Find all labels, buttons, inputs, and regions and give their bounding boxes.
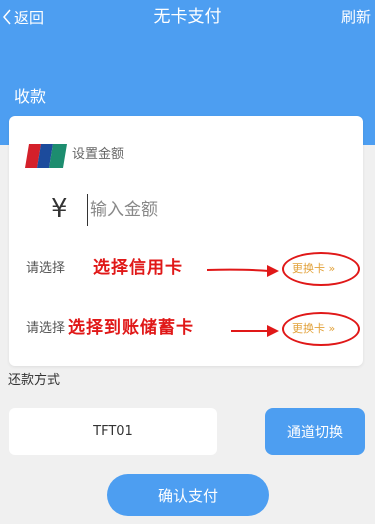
refresh-button[interactable]: 刷新 <box>341 6 371 28</box>
receive-section-label: 收款 <box>14 87 47 106</box>
select-debit-card-annotation: 选择到账储蓄卡 <box>68 318 194 338</box>
select-debit-card-label: 请选择 <box>26 321 66 336</box>
confirm-payment-button[interactable]: 确认支付 <box>107 474 269 516</box>
select-credit-card-label: 请选择 <box>26 261 66 276</box>
channel-value: TFT01 <box>9 408 217 455</box>
repayment-method-label: 还款方式 <box>8 373 61 388</box>
unionpay-logo-icon <box>25 144 67 168</box>
page-title: 无卡支付 <box>153 7 222 27</box>
currency-symbol: ¥ <box>51 194 68 224</box>
annotation-arrow-icon <box>207 265 279 277</box>
change-credit-card-button[interactable]: 更换卡 » <box>292 261 335 277</box>
select-credit-card-annotation: 选择信用卡 <box>93 258 183 278</box>
change-debit-card-button[interactable]: 更换卡 » <box>292 321 335 337</box>
annotation-arrow-icon <box>231 325 279 337</box>
amount-input[interactable] <box>87 194 287 226</box>
set-amount-label: 设置金额 <box>72 147 125 162</box>
switch-channel-button[interactable]: 通道切换 <box>265 408 365 455</box>
payment-card: 设置金额 ¥ 请选择 选择信用卡 更换卡 » 请选择 选择到账储蓄卡 更换卡 » <box>9 116 363 366</box>
